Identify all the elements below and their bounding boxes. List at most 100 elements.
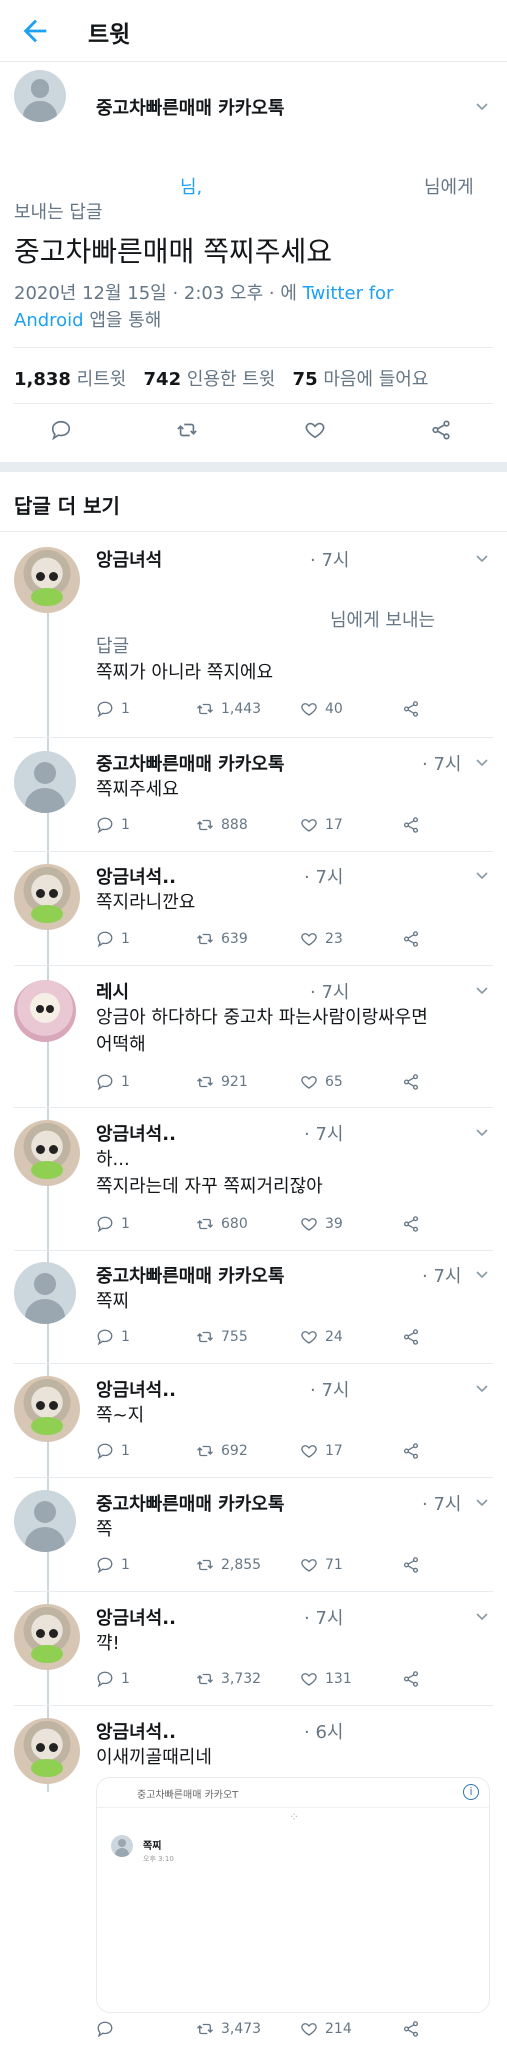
retweet-count[interactable]: 888 bbox=[196, 816, 248, 834]
chevron-down-icon[interactable] bbox=[474, 1608, 490, 1624]
reply-count[interactable]: 1 bbox=[96, 1556, 130, 1574]
avatar[interactable] bbox=[14, 547, 80, 613]
reply-count[interactable]: 1 bbox=[96, 1670, 130, 1688]
reply-author[interactable]: 앙금녀석.. bbox=[96, 1604, 176, 1630]
retweet-count[interactable]: 2,855 bbox=[196, 1556, 261, 1574]
retweet-count[interactable]: 680 bbox=[196, 1215, 248, 1233]
chevron-down-icon[interactable] bbox=[474, 867, 490, 883]
chevron-down-icon[interactable] bbox=[474, 1124, 490, 1140]
like-count[interactable]: 131 bbox=[300, 1670, 352, 1688]
like-count[interactable]: 23 bbox=[300, 930, 343, 948]
like-count[interactable]: 40 bbox=[300, 700, 343, 718]
reply-count[interactable]: 1 bbox=[96, 816, 130, 834]
chevron-down-icon[interactable] bbox=[474, 98, 490, 114]
share-button[interactable] bbox=[402, 1442, 420, 1460]
tweet-author[interactable]: 중고차빠른매매 카카오톡 bbox=[96, 94, 284, 120]
avatar[interactable] bbox=[14, 1262, 76, 1324]
retweet-count[interactable]: 692 bbox=[196, 1442, 248, 1460]
share-button[interactable] bbox=[402, 1328, 420, 1346]
avatar[interactable] bbox=[14, 1490, 76, 1552]
share-button[interactable] bbox=[402, 1215, 420, 1233]
divider bbox=[14, 1477, 493, 1478]
share-button[interactable] bbox=[402, 816, 420, 834]
share-button[interactable] bbox=[402, 700, 420, 718]
like-count[interactable]: 65 bbox=[300, 1073, 343, 1091]
like-count[interactable]: 24 bbox=[300, 1328, 343, 1346]
like-count[interactable]: 17 bbox=[300, 816, 343, 834]
avatar[interactable] bbox=[14, 864, 80, 930]
retweet-count[interactable]: 1,443 bbox=[196, 700, 261, 718]
like-count[interactable]: 71 bbox=[300, 1556, 343, 1574]
chevron-down-icon[interactable] bbox=[474, 982, 490, 998]
reply-to-mention[interactable]: 님, bbox=[180, 173, 202, 199]
like-count[interactable]: 75 bbox=[293, 369, 318, 390]
quote-count[interactable]: 742 bbox=[144, 369, 182, 390]
share-icon[interactable] bbox=[430, 419, 452, 441]
reply-actions: 1 921 65 bbox=[96, 1073, 456, 1095]
reply-count[interactable]: 1 bbox=[96, 1442, 130, 1460]
reply-author[interactable]: 앙금녀석.. bbox=[96, 1120, 176, 1146]
avatar[interactable] bbox=[14, 1120, 80, 1186]
client-link[interactable]: Twitter for bbox=[303, 283, 394, 304]
reply-author[interactable]: 중고차빠른매매 카카오톡 bbox=[96, 750, 284, 776]
like-count[interactable]: 39 bbox=[300, 1215, 343, 1233]
chevron-down-icon[interactable] bbox=[474, 550, 490, 566]
like-count-value: 17 bbox=[325, 1443, 343, 1459]
retweet-icon bbox=[197, 1076, 213, 1088]
retweet-icon[interactable] bbox=[176, 419, 198, 441]
share-button[interactable] bbox=[402, 1073, 420, 1091]
like-count-value: 65 bbox=[325, 1074, 343, 1090]
embedded-image[interactable]: 중고차빠른매매 카카오T i ⁘ 쪽찌 오후 3:10 bbox=[96, 1777, 490, 2013]
retweet-count[interactable]: 639 bbox=[196, 930, 248, 948]
chevron-down-icon[interactable] bbox=[474, 1494, 490, 1510]
avatar[interactable] bbox=[14, 1604, 80, 1670]
reply-author[interactable]: 레시 bbox=[96, 978, 129, 1004]
chevron-down-icon[interactable] bbox=[474, 754, 490, 770]
reply-count[interactable]: 1 bbox=[96, 1328, 130, 1346]
reply-author[interactable]: 앙금녀석.. bbox=[96, 863, 176, 889]
reply-count-value: 1 bbox=[121, 1074, 130, 1090]
reply-author[interactable]: 중고차빠른매매 카카오톡 bbox=[96, 1262, 284, 1288]
retweet-count[interactable]: 921 bbox=[196, 1073, 248, 1091]
share-button[interactable] bbox=[402, 1670, 420, 1688]
retweet-count[interactable]: 755 bbox=[196, 1328, 248, 1346]
reply-icon bbox=[97, 1671, 113, 1688]
like-count[interactable]: 17 bbox=[300, 1442, 343, 1460]
avatar[interactable] bbox=[14, 980, 76, 1042]
chevron-down-icon[interactable] bbox=[474, 1266, 490, 1282]
reply-author[interactable]: 앙금녀석 bbox=[96, 546, 162, 572]
reply-author[interactable]: 앙금녀석.. bbox=[96, 1718, 176, 1744]
heart-icon[interactable] bbox=[304, 419, 326, 441]
share-button[interactable] bbox=[402, 1556, 420, 1574]
reply-text: 이새끼골때리네 bbox=[96, 1747, 212, 1768]
reply-author[interactable]: 중고차빠른매매 카카오톡 bbox=[96, 1490, 284, 1516]
reply-text-cont: 어떡해 bbox=[96, 1034, 146, 1055]
share-button[interactable] bbox=[402, 2020, 420, 2038]
reply-author[interactable]: 앙금녀석.. bbox=[96, 1376, 176, 1402]
chevron-down-icon[interactable] bbox=[474, 1380, 490, 1396]
back-arrow-icon[interactable] bbox=[18, 14, 52, 48]
retweet-count[interactable]: 1,838 bbox=[14, 369, 71, 390]
reply-count[interactable]: 1 bbox=[96, 930, 130, 948]
avatar[interactable] bbox=[14, 1376, 80, 1442]
share-button[interactable] bbox=[402, 930, 420, 948]
like-count[interactable]: 214 bbox=[300, 2020, 352, 2038]
reply-icon bbox=[97, 817, 113, 834]
retweet-count[interactable]: 3,473 bbox=[196, 2020, 261, 2038]
avatar[interactable] bbox=[14, 70, 66, 122]
reply-time: · 7시 bbox=[310, 982, 350, 1003]
reply-count[interactable]: 1 bbox=[96, 1215, 130, 1233]
divider bbox=[14, 737, 493, 738]
reply-count[interactable]: 1 bbox=[96, 1073, 130, 1091]
client-link-cont[interactable]: Android bbox=[14, 310, 84, 331]
retweet-count[interactable]: 3,732 bbox=[196, 1670, 261, 1688]
avatar[interactable] bbox=[14, 751, 76, 813]
reply-actions: 1 639 23 bbox=[96, 930, 456, 952]
reply-count[interactable] bbox=[96, 2020, 114, 2038]
avatar[interactable] bbox=[14, 1718, 80, 1784]
tweet-text: 중고차빠른매매 쪽찌주세요 bbox=[14, 235, 333, 268]
reply-count[interactable]: 1 bbox=[96, 700, 130, 718]
info-icon: i bbox=[463, 1784, 479, 1800]
reply-icon[interactable] bbox=[50, 419, 72, 441]
top-app-bar: 트윗 bbox=[0, 0, 507, 62]
